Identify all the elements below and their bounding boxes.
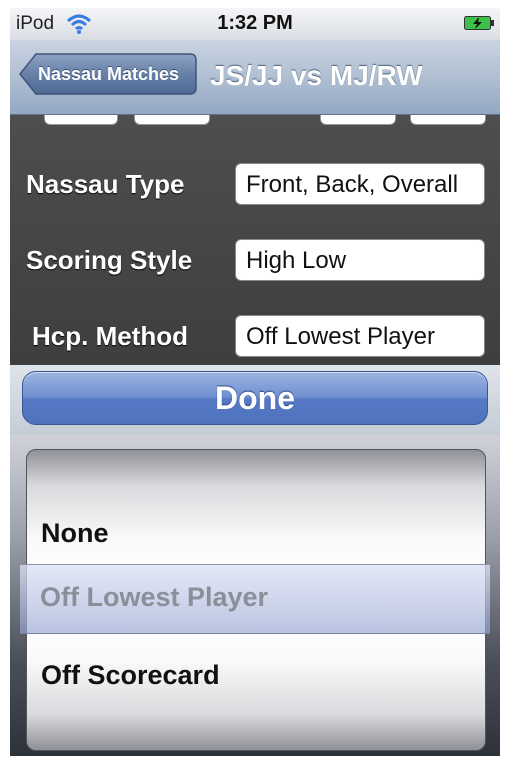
scoring-style-label: Scoring Style	[26, 245, 193, 275]
screen: iPod 1:32 PM Nassau Matches JS/JJ vs MJ/…	[10, 8, 500, 756]
field-stub	[320, 115, 396, 125]
hcp-method-label: Hcp. Method	[32, 321, 188, 351]
scoring-style-field[interactable]: High Low	[235, 239, 485, 281]
back-button-label: Nassau Matches	[38, 64, 180, 84]
status-bar: iPod 1:32 PM	[10, 8, 500, 40]
nassau-type-label: Nassau Type	[26, 169, 185, 199]
field-stub	[410, 115, 486, 125]
page-title: JS/JJ vs MJ/RW	[210, 60, 423, 91]
navigation-bar: Nassau Matches JS/JJ vs MJ/RW	[10, 40, 500, 115]
match-settings-form: Nassau Type Front, Back, Overall Scoring…	[10, 115, 500, 365]
nassau-type-field[interactable]: Front, Back, Overall	[235, 163, 485, 205]
picker-option-none[interactable]: None	[41, 518, 109, 549]
field-stub	[44, 115, 118, 125]
done-toolbar: Done	[10, 365, 500, 435]
field-stub	[134, 115, 210, 125]
done-button-label: Done	[215, 380, 295, 416]
picker-option-selected[interactable]: Off Lowest Player	[40, 582, 268, 613]
clock: 1:32 PM	[217, 12, 293, 34]
battery-icon	[464, 16, 494, 30]
back-button[interactable]: Nassau Matches	[18, 52, 198, 96]
done-button[interactable]: Done	[22, 371, 488, 425]
hcp-method-field[interactable]: Off Lowest Player	[235, 315, 485, 357]
picker-option-off-scorecard[interactable]: Off Scorecard	[41, 660, 220, 691]
